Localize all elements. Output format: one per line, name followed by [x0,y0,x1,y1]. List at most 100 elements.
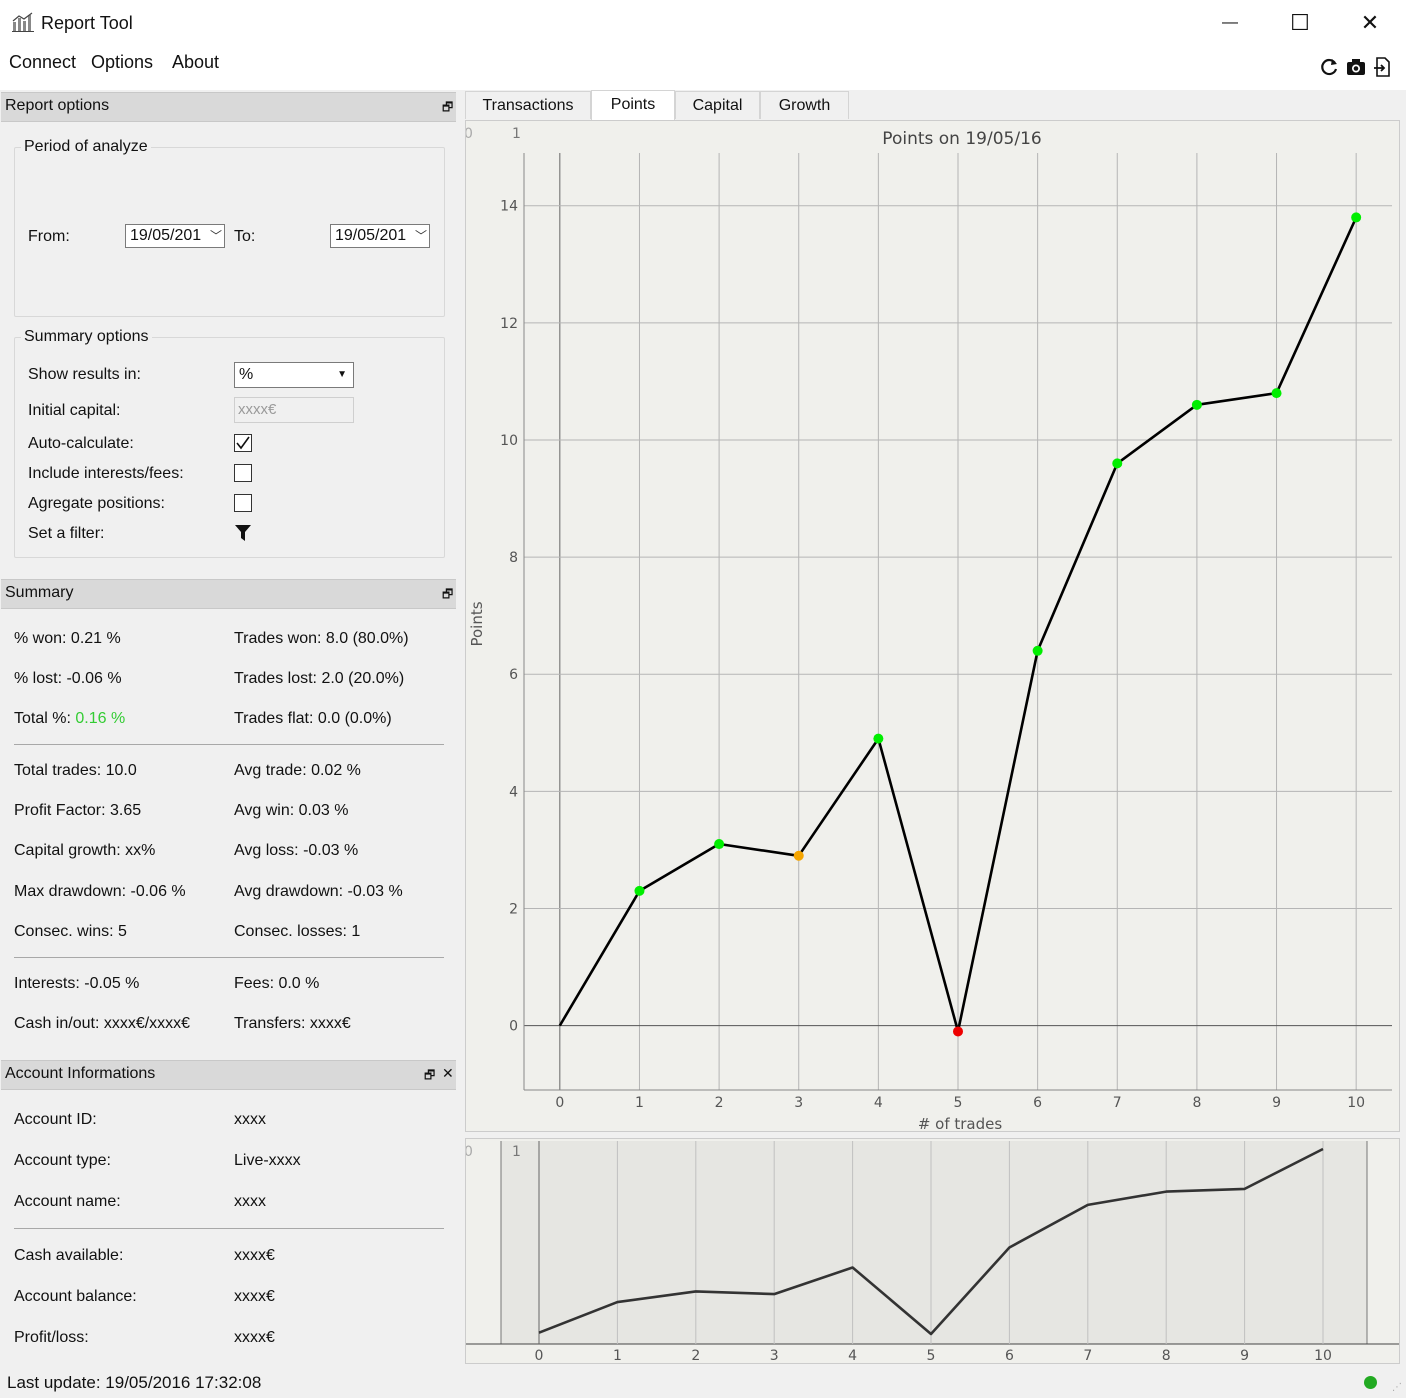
x-tick-label: 6 [1033,1095,1042,1111]
tab-transactions[interactable]: Transactions [465,91,591,119]
check-icon [236,436,250,450]
interests: Interests: -0.05 % [14,975,140,992]
x-tick-label: 4 [874,1095,883,1111]
account-name-label: Account name: [14,1193,121,1210]
from-date-input[interactable]: 19/05/201 ﹀ [125,224,225,248]
y-tick-label: 12 [500,316,518,332]
x-tick-label: 5 [954,1095,963,1111]
auto-calculate-checkbox[interactable] [234,434,252,452]
total-pct-value: 0.16 % [75,710,126,727]
close-button[interactable]: ✕ [1350,6,1390,40]
close-panel-icon[interactable]: ✕ [442,1065,454,1082]
to-label: To: [234,228,256,245]
x-tick-label: 7 [1113,1095,1122,1111]
title-bar: Report Tool — ☐ ✕ [0,0,1406,46]
chevron-down-icon: ﹀ [209,229,222,243]
resize-grip-icon[interactable]: ⋰ [1392,1382,1402,1393]
cash-available-value: xxxx€ [234,1247,275,1264]
overview-chart-panel[interactable]: 0 1 2 3 4 5 6 7 8 9 10 0 1 [464,1138,1400,1364]
summary-divider [14,744,444,745]
refresh-icon[interactable] [1318,56,1340,78]
account-id-value: xxxx [234,1111,266,1128]
x-tick-label: 0 [555,1095,564,1111]
overview-tick-label: 1 [613,1348,622,1363]
data-point-flat [793,850,804,861]
summary-divider [14,957,444,958]
total-pct-label: Total %: [14,710,71,727]
account-balance-value: xxxx€ [234,1288,275,1305]
include-interests-label: Include interests/fees: [28,465,184,482]
profit-factor: Profit Factor: 3.65 [14,802,142,819]
account-id-label: Account ID: [14,1111,97,1128]
aggregate-positions-checkbox[interactable] [234,494,252,512]
y-tick-label: 4 [509,784,518,800]
y-tick-label: 14 [500,199,518,215]
chart-corner-label: 0 [466,126,473,142]
tab-points[interactable]: Points [591,90,675,120]
summary-header: Summary 🗗 [1,579,456,609]
camera-icon[interactable] [1345,56,1367,78]
maximize-button[interactable]: ☐ [1280,6,1320,40]
from-date-value: 19/05/201 [130,227,202,244]
fees: Fees: 0.0 % [234,975,320,992]
y-tick-label: 10 [500,433,518,449]
data-point-loss [953,1026,963,1037]
include-interests-checkbox[interactable] [234,464,252,482]
initial-capital-placeholder: xxxx€ [238,401,277,418]
initial-capital-label: Initial capital: [28,402,121,419]
avg-drawdown: Avg drawdown: -0.03 % [234,883,403,900]
x-tick-label: 10 [1347,1095,1365,1111]
menu-about[interactable]: About [172,52,219,73]
chart-title: Points on 19/05/16 [882,129,1041,149]
total-pct: Total %: 0.16 % [14,710,125,728]
dropdown-arrow-icon: ▼ [337,369,347,380]
avg-loss: Avg loss: -0.03 % [234,842,359,859]
max-drawdown: Max drawdown: -0.06 % [14,883,186,900]
trades-won: Trades won: 8.0 (80.0%) [234,630,409,647]
points-chart-panel[interactable]: 0 1 2 3 4 5 6 7 8 9 10 0 2 4 6 8 10 12 14 0 1 Points on 19… [464,120,1400,1133]
trades-flat: Trades flat: 0.0 (0.0%) [234,710,392,727]
report-options-header: Report options 🗗 [1,92,456,122]
lost-pct: % lost: -0.06 % [14,670,122,687]
account-name-value: xxxx [234,1193,266,1210]
profit-loss-label: Profit/loss: [14,1329,89,1346]
show-results-label: Show results in: [28,366,141,383]
float-panel-icon[interactable]: 🗗 [442,585,453,606]
points-chart[interactable]: 0 1 2 3 4 5 6 7 8 9 1002468101214 0 1 Points on 19… [464,121,1399,1133]
menu-options[interactable]: Options [91,52,153,73]
to-date-value: 19/05/201 [335,227,407,244]
period-group-title: Period of analyze [21,138,151,156]
to-date-input[interactable]: 19/05/201 ﹀ [330,224,430,248]
status-bar: Last update: 19/05/2016 17:32:08 ⋰ [0,1366,1406,1398]
last-update: Last update: 19/05/2016 17:32:08 [7,1373,262,1392]
show-results-select[interactable]: % ▼ [234,362,354,388]
data-point-win [714,839,725,850]
connection-status-indicator [1364,1376,1377,1389]
overview-tick-label: 4 [848,1348,857,1363]
y-axis-label: Points [468,601,486,646]
trades-lost: Trades lost: 2.0 (20.0%) [234,670,405,687]
profit-loss-value: xxxx€ [234,1329,275,1346]
data-point-win [1112,458,1123,469]
tab-capital[interactable]: Capital [675,91,760,119]
filter-icon[interactable] [235,525,251,546]
tab-growth[interactable]: Growth [760,91,849,119]
data-point-win [634,885,645,896]
cash-in-out: Cash in/out: xxxx€/xxxx€ [14,1015,191,1032]
overview-tick-label: 9 [1240,1348,1249,1363]
menu-connect[interactable]: Connect [9,52,76,73]
from-label: From: [28,228,70,245]
overview-tick-label: 7 [1083,1348,1092,1363]
overview-tick-label: 5 [927,1348,936,1363]
overview-chart[interactable]: 0 1 2 3 4 5 6 7 8 9 10 0 1 [464,1139,1399,1364]
overview-tick-label: 10 [1314,1348,1332,1363]
minimize-button[interactable]: — [1210,6,1250,40]
float-panel-icon[interactable]: 🗗 [424,1066,435,1087]
export-icon[interactable] [1372,56,1394,78]
y-tick-label: 8 [509,550,518,566]
menu-bar: Connect Options About [0,46,1406,90]
float-panel-icon[interactable]: 🗗 [442,98,453,119]
initial-capital-input[interactable]: xxxx€ [234,397,354,423]
overview-tick-label: 8 [1162,1348,1171,1363]
data-point-win [1032,645,1043,656]
